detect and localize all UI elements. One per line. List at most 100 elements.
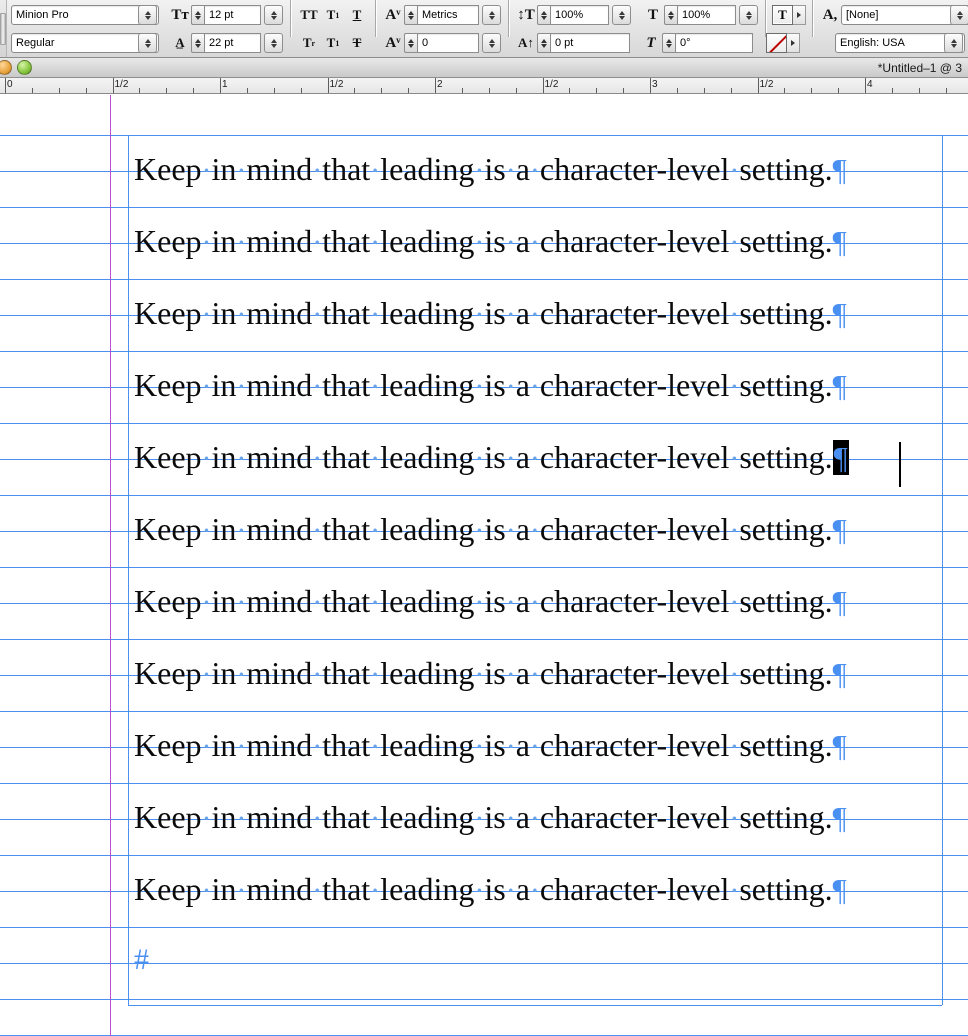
kerning-spinner[interactable] xyxy=(404,5,417,25)
kerning-value[interactable]: Metrics xyxy=(417,5,479,25)
baseline-grid-line xyxy=(0,567,968,568)
horizontal-scale-value[interactable]: 100% xyxy=(677,5,736,25)
character-style-combo[interactable]: [None] xyxy=(841,5,968,25)
pilcrow-icon: ¶ xyxy=(832,584,847,619)
fill-color-swatch[interactable]: T xyxy=(772,5,793,25)
tracking-spinner[interactable] xyxy=(404,33,417,53)
word: in xyxy=(211,799,237,835)
leading-dropdown-arrows[interactable] xyxy=(264,33,283,53)
fill-swatch-menu-arrow[interactable] xyxy=(793,5,806,25)
space-dot-icon: · xyxy=(201,586,212,619)
space-dot-icon: · xyxy=(312,442,323,475)
font-family-dropdown-arrows[interactable] xyxy=(138,5,157,25)
language-group: A English: USA xyxy=(813,33,965,53)
ruler-minor-tick xyxy=(811,88,813,93)
baseline-shift-spinner[interactable] xyxy=(537,33,550,53)
word: is xyxy=(484,655,506,691)
word: character-level xyxy=(539,295,730,331)
text-line[interactable]: Keep·in·mind·that·leading·is·a·character… xyxy=(134,799,847,836)
window-title-bar[interactable]: *Untitled–1 @ 3 xyxy=(0,58,968,78)
word: a xyxy=(515,439,530,475)
ruler-minor-tick xyxy=(838,88,840,93)
language-dropdown-arrows[interactable] xyxy=(944,33,963,53)
font-size-value[interactable]: 12 pt xyxy=(204,5,261,25)
space-dot-icon: · xyxy=(729,442,740,475)
font-size-icon: Tᴛ xyxy=(171,6,189,23)
leading-spinner[interactable] xyxy=(191,33,204,53)
horizontal-scale-field-wrap[interactable]: 100% xyxy=(664,5,736,25)
space-dot-icon: · xyxy=(312,802,323,835)
tracking-field-wrap[interactable]: 0 xyxy=(404,33,479,53)
font-style-combo[interactable]: Regular xyxy=(11,33,159,53)
vertical-scale-field-wrap[interactable]: 100% xyxy=(537,5,609,25)
space-dot-icon: · xyxy=(201,874,212,907)
text-line[interactable]: Keep·in·mind·that·leading·is·a·character… xyxy=(134,367,847,404)
ruler-label: 1/2 xyxy=(329,79,344,90)
horizontal-scale-dropdown-arrows[interactable] xyxy=(739,5,758,25)
language-combo[interactable]: English: USA xyxy=(835,33,965,53)
word: leading xyxy=(380,727,475,763)
kerning-dropdown-arrows[interactable] xyxy=(482,5,501,25)
ruler-major-tick xyxy=(435,78,436,93)
text-frame-edge[interactable] xyxy=(942,135,943,1005)
text-line[interactable]: Keep·in·mind·that·leading·is·a·character… xyxy=(134,439,849,476)
pilcrow-icon: ¶ xyxy=(832,800,847,835)
pilcrow-icon: ¶ xyxy=(832,656,847,691)
leading-value[interactable]: 22 pt xyxy=(204,33,261,53)
tracking-dropdown-arrows[interactable] xyxy=(482,33,501,53)
panel-drag-grip[interactable] xyxy=(0,0,7,57)
horizontal-scale-spinner[interactable] xyxy=(664,5,677,25)
text-line[interactable]: Keep·in·mind·that·leading·is·a·character… xyxy=(134,511,847,548)
subscript-button[interactable]: T1 xyxy=(321,33,345,53)
character-style-dropdown-arrows[interactable] xyxy=(950,5,968,25)
text-frame-bottom-edge[interactable] xyxy=(128,1005,942,1006)
vertical-scale-dropdown-arrows[interactable] xyxy=(612,5,631,25)
space-dot-icon: · xyxy=(505,154,516,187)
space-dot-icon: · xyxy=(370,370,381,403)
strikethrough-button[interactable]: T xyxy=(345,33,369,53)
close-icon[interactable] xyxy=(0,60,12,75)
all-caps-button[interactable]: TT xyxy=(297,5,321,25)
tracking-value[interactable]: 0 xyxy=(417,33,479,53)
tracking-icon: Aᵛ xyxy=(385,34,401,51)
skew-field-wrap[interactable]: 0° xyxy=(662,33,753,53)
stroke-swatch-menu-arrow[interactable] xyxy=(787,33,800,53)
text-line[interactable]: Keep·in·mind·that·leading·is·a·character… xyxy=(134,727,847,764)
text-line[interactable]: Keep·in·mind·that·leading·is·a·character… xyxy=(134,295,847,332)
text-line[interactable]: Keep·in·mind·that·leading·is·a·character… xyxy=(134,151,847,188)
ruler-minor-tick xyxy=(784,88,786,93)
word: mind xyxy=(246,223,313,259)
font-family-combo[interactable]: Minion Pro xyxy=(11,5,159,25)
space-dot-icon: · xyxy=(201,658,212,691)
font-size-field-wrap[interactable]: 12 pt xyxy=(191,5,261,25)
skew-icon: T xyxy=(646,34,656,51)
baseline-shift-value[interactable]: 0 pt xyxy=(550,33,630,53)
text-line[interactable]: Keep·in·mind·that·leading·is·a·character… xyxy=(134,583,847,620)
kerning-field-wrap[interactable]: Metrics xyxy=(404,5,479,25)
small-caps-button[interactable]: Tr xyxy=(297,33,321,53)
skew-spinner[interactable] xyxy=(662,33,675,53)
horizontal-ruler[interactable]: 0 1/2 1 1/2 2 1/2 3 1/2 4 xyxy=(0,78,968,94)
text-line[interactable]: Keep·in·mind·that·leading·is·a·character… xyxy=(134,223,847,260)
text-line[interactable]: Keep·in·mind·that·leading·is·a·character… xyxy=(134,871,847,908)
word: is xyxy=(484,511,506,547)
superscript-button[interactable]: T1 xyxy=(321,5,345,25)
stroke-color-swatch[interactable] xyxy=(766,33,787,53)
font-style-dropdown-arrows[interactable] xyxy=(138,33,157,53)
text-frame-edge[interactable] xyxy=(128,135,129,1005)
vertical-scale-value[interactable]: 100% xyxy=(550,5,609,25)
word: leading xyxy=(380,439,475,475)
leading-field-wrap[interactable]: 22 pt xyxy=(191,33,261,53)
word: in xyxy=(211,655,237,691)
skew-value[interactable]: 0° xyxy=(675,33,753,53)
font-size-spinner[interactable] xyxy=(191,5,204,25)
minimize-icon[interactable] xyxy=(17,60,32,75)
document-canvas[interactable]: Keep·in·mind·that·leading·is·a·character… xyxy=(0,95,968,1036)
pilcrow-icon: ¶ xyxy=(832,728,847,763)
vertical-scale-spinner[interactable] xyxy=(537,5,550,25)
underline-button[interactable]: T xyxy=(345,5,369,25)
word: leading xyxy=(380,223,475,259)
text-line[interactable]: Keep·in·mind·that·leading·is·a·character… xyxy=(134,655,847,692)
font-size-dropdown-arrows[interactable] xyxy=(264,5,283,25)
baseline-shift-field-wrap[interactable]: 0 pt xyxy=(537,33,630,53)
